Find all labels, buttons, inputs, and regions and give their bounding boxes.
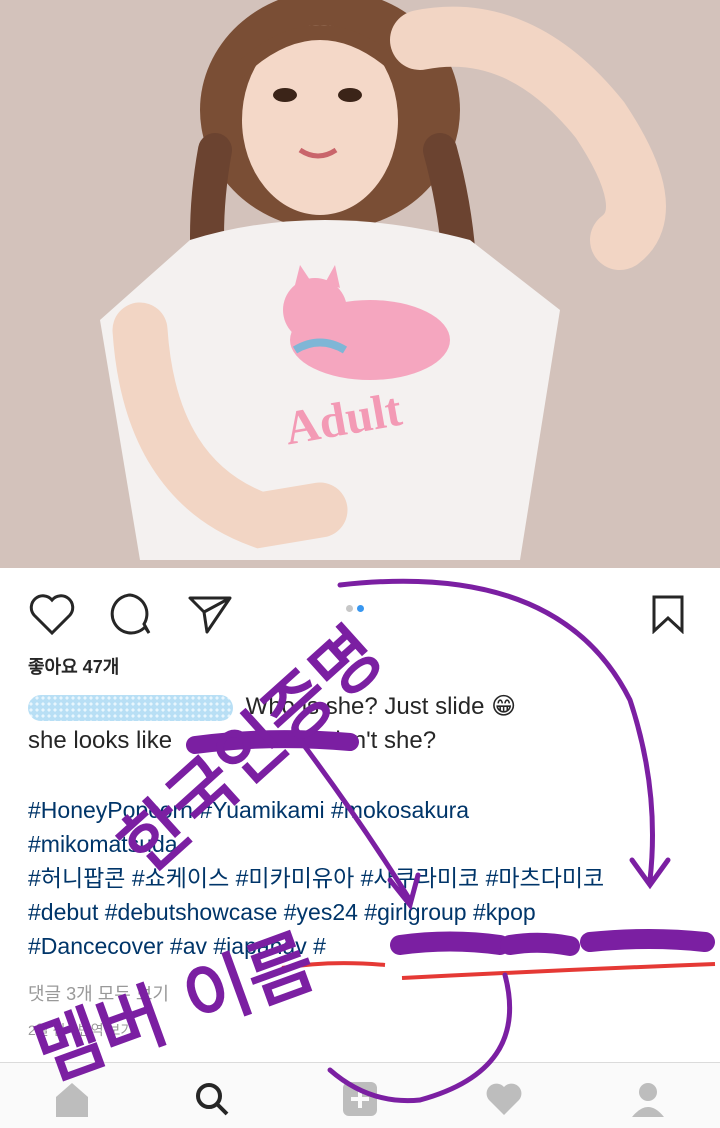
bottom-nav <box>0 1062 720 1128</box>
carousel-dot <box>346 605 353 612</box>
post-action-bar <box>0 568 720 652</box>
caption-text-1: Who is she? Just slide 😁 <box>245 693 517 720</box>
likes-count[interactable]: 좋아요 47개 <box>28 653 119 679</box>
bookmark-icon[interactable] <box>644 590 692 638</box>
heart-icon[interactable] <box>28 590 76 638</box>
search-icon[interactable] <box>188 1075 236 1123</box>
hashtag-line[interactable]: #mikomatsuda <box>28 827 708 861</box>
hashtag-line[interactable]: #허니팝콘 #쇼케이스 #미카미유아 #사쿠라미코 #마츠다미코 <box>28 861 708 895</box>
activity-heart-icon[interactable] <box>480 1075 528 1123</box>
post-photo[interactable]: Adult <box>0 0 720 568</box>
underline-names <box>401 962 716 980</box>
blurred-username[interactable] <box>28 694 233 721</box>
comment-icon[interactable] <box>106 590 154 638</box>
view-comments-link[interactable]: 댓글 3개 모두 보기 <box>28 980 169 1006</box>
hashtag-block: #HoneyPopcorn #Yuamikami #mokosakura #mi… <box>28 793 708 963</box>
post-caption: Who is she? Just slide 😁 she looks like … <box>28 690 708 758</box>
hashtag-line[interactable]: #debut #debutshowcase #yes24 #girlgroup … <box>28 895 708 929</box>
carousel-dot-active <box>357 605 364 612</box>
caption-line-2: she looks like isn't she? <box>28 724 708 758</box>
caption-line-1: Who is she? Just slide 😁 <box>28 690 708 724</box>
hashtag-line[interactable]: #Dancecover #av #japanav # <box>28 929 708 963</box>
caption-text-2a: she looks like <box>28 727 173 754</box>
add-icon[interactable] <box>336 1075 384 1123</box>
photo-illustration: Adult <box>0 0 720 568</box>
caption-text-2b: isn't she? <box>335 727 437 754</box>
carousel-indicator <box>346 605 364 612</box>
hashtag-line[interactable]: #HoneyPopcorn #Yuamikami #mokosakura <box>28 793 708 827</box>
profile-icon[interactable] <box>624 1075 672 1123</box>
post-timestamp[interactable]: 2일 전 · 번역 보기 <box>28 1020 133 1040</box>
send-icon[interactable] <box>186 590 234 638</box>
underline-japanav <box>281 961 386 970</box>
home-icon[interactable] <box>48 1075 96 1123</box>
